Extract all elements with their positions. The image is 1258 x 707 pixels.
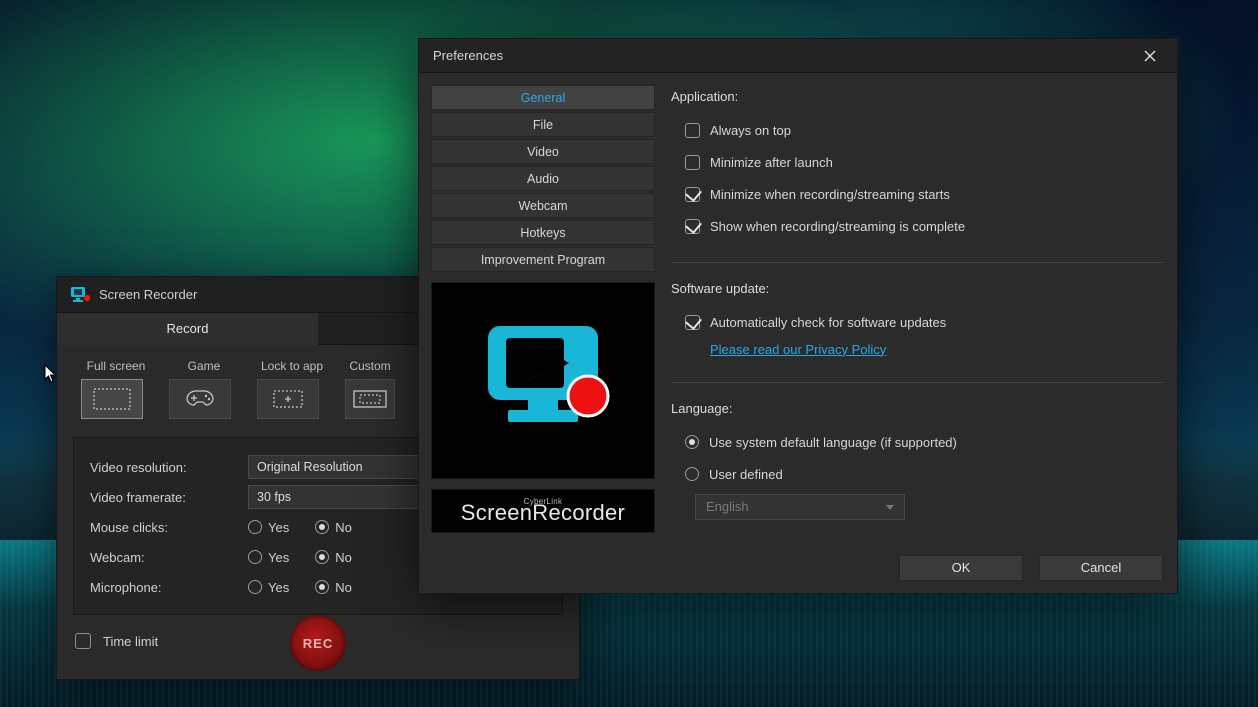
section-language: Language: bbox=[671, 401, 1165, 416]
close-icon bbox=[1144, 50, 1156, 62]
checkbox-always-on-top[interactable] bbox=[685, 123, 700, 138]
brand-label: CyberLinkScreenRecorder bbox=[431, 489, 655, 533]
label-microphone: Microphone: bbox=[90, 580, 248, 595]
tab-record[interactable]: Record bbox=[57, 313, 318, 345]
radio-mic-yes[interactable]: Yes bbox=[248, 580, 289, 595]
nav-audio[interactable]: Audio bbox=[431, 166, 655, 191]
nav-file[interactable]: File bbox=[431, 112, 655, 137]
divider bbox=[671, 262, 1165, 263]
label-always-on-top: Always on top bbox=[710, 123, 791, 138]
nav-video[interactable]: Video bbox=[431, 139, 655, 164]
radio-lang-user[interactable] bbox=[685, 467, 699, 481]
label-lang-system: Use system default language (if supporte… bbox=[709, 435, 957, 450]
nav-general[interactable]: General bbox=[431, 85, 655, 110]
cancel-button[interactable]: Cancel bbox=[1039, 555, 1163, 581]
mode-custom-label: Custom bbox=[345, 359, 395, 373]
mode-fullscreen-label: Full screen bbox=[81, 359, 151, 373]
mode-custom[interactable]: Custom bbox=[345, 359, 395, 419]
label-show-when-complete: Show when recording/streaming is complet… bbox=[710, 219, 965, 234]
nav-webcam[interactable]: Webcam bbox=[431, 193, 655, 218]
label-mouse-clicks: Mouse clicks: bbox=[90, 520, 248, 535]
radio-lang-system[interactable] bbox=[685, 435, 699, 449]
prefs-titlebar[interactable]: Preferences bbox=[419, 39, 1177, 73]
radio-mic-no[interactable]: No bbox=[315, 580, 352, 595]
mode-game[interactable]: Game bbox=[169, 359, 239, 419]
brand-logo-tile bbox=[431, 282, 655, 479]
radio-mouse-no[interactable]: No bbox=[315, 520, 352, 535]
checkbox-show-when-complete[interactable] bbox=[685, 219, 700, 234]
checkbox-minimize-after-launch[interactable] bbox=[685, 155, 700, 170]
preferences-dialog: Preferences General File Video Audio Web… bbox=[418, 38, 1178, 594]
nav-hotkeys[interactable]: Hotkeys bbox=[431, 220, 655, 245]
label-time-limit: Time limit bbox=[103, 634, 158, 649]
label-minimize-when-recording: Minimize when recording/streaming starts bbox=[710, 187, 950, 202]
label-webcam: Webcam: bbox=[90, 550, 248, 565]
section-software-update: Software update: bbox=[671, 281, 1165, 296]
recorder-title: Screen Recorder bbox=[99, 287, 197, 302]
close-button[interactable] bbox=[1133, 42, 1167, 70]
label-lang-user: User defined bbox=[709, 467, 783, 482]
radio-webcam-yes[interactable]: Yes bbox=[248, 550, 289, 565]
label-video-resolution: Video resolution: bbox=[90, 460, 248, 475]
radio-webcam-no[interactable]: No bbox=[315, 550, 352, 565]
mode-locktoapp-label: Lock to app bbox=[257, 359, 327, 373]
prefs-title: Preferences bbox=[433, 48, 503, 63]
record-button[interactable]: REC bbox=[290, 615, 346, 671]
checkbox-minimize-when-recording[interactable] bbox=[685, 187, 700, 202]
mode-game-label: Game bbox=[169, 359, 239, 373]
label-auto-update: Automatically check for software updates bbox=[710, 315, 946, 330]
link-privacy-policy[interactable]: Please read our Privacy Policy bbox=[710, 342, 886, 357]
nav-improvement[interactable]: Improvement Program bbox=[431, 247, 655, 272]
prefs-nav: General File Video Audio Webcam Hotkeys … bbox=[431, 85, 655, 272]
app-logo-icon bbox=[69, 286, 91, 304]
section-application: Application: bbox=[671, 89, 1165, 104]
checkbox-auto-update[interactable] bbox=[685, 315, 700, 330]
divider bbox=[671, 382, 1165, 383]
mode-locktoapp[interactable]: Lock to app bbox=[257, 359, 327, 419]
label-video-framerate: Video framerate: bbox=[90, 490, 248, 505]
label-minimize-after-launch: Minimize after launch bbox=[710, 155, 833, 170]
radio-mouse-yes[interactable]: Yes bbox=[248, 520, 289, 535]
mode-fullscreen[interactable]: Full screen bbox=[81, 359, 151, 419]
checkbox-time-limit[interactable] bbox=[75, 633, 91, 649]
ok-button[interactable]: OK bbox=[899, 555, 1023, 581]
select-language: English bbox=[695, 494, 905, 520]
